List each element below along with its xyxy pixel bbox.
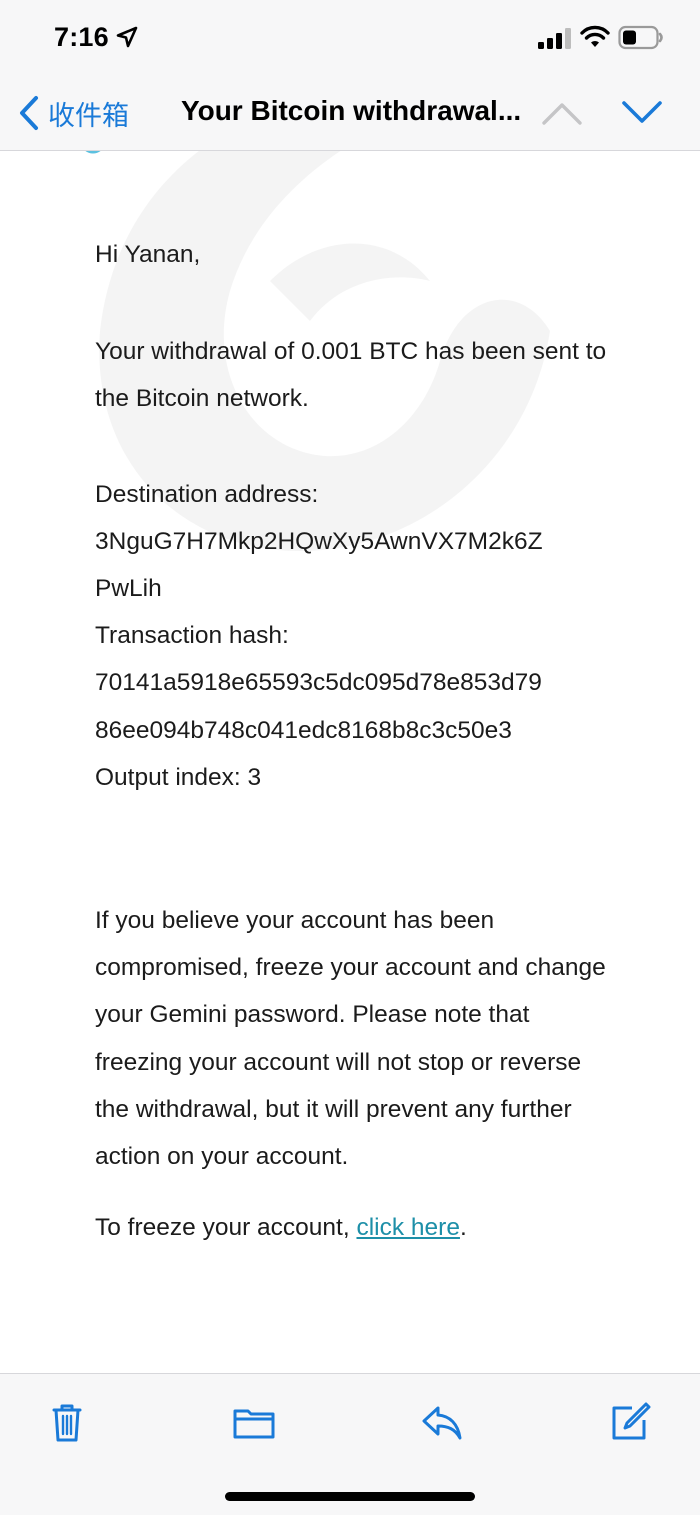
chevron-down-icon[interactable] [620, 96, 664, 130]
greeting: Hi Yanan, [95, 241, 201, 268]
navigation-bar: 收件箱 Your Bitcoin withdrawal... [0, 76, 700, 151]
chevron-up-icon[interactable] [540, 96, 584, 130]
mail-screen: 7:16 收件箱 Your Bitcoin withdrawal... Hi Y… [0, 0, 700, 1515]
output-index: Output index: 3 [95, 763, 262, 791]
withdrawal-intro: Your withdrawal of 0.001 BTC has been se… [95, 338, 607, 413]
bottom-toolbar [0, 1373, 700, 1515]
back-to-inbox-button[interactable]: 收件箱 [18, 90, 129, 136]
freeze-account-line: To freeze your account, click here. [95, 1204, 615, 1251]
status-time: 7:16 [54, 22, 109, 52]
email-content[interactable]: Hi Yanan, Your withdrawal of 0.001 BTC h… [0, 151, 700, 1373]
destination-label: Destination address: [95, 480, 319, 508]
email-body: Hi Yanan, Your withdrawal of 0.001 BTC h… [95, 231, 615, 1251]
location-arrow-icon [116, 26, 138, 48]
transaction-hash-line-1: 70141a5918e65593c5dc095d78e853d79 [95, 669, 542, 697]
status-bar: 7:16 [0, 0, 700, 76]
reply-icon[interactable] [420, 1400, 464, 1444]
freeze-account-link[interactable]: click here [356, 1214, 459, 1241]
security-warning: If you believe your account has been com… [95, 907, 606, 1171]
battery-icon [618, 25, 663, 50]
cellular-signal-icon [538, 28, 571, 49]
back-label: 收件箱 [48, 100, 129, 132]
logo-edge-icon [85, 151, 101, 154]
destination-address-line-1: 3NguG7H7Mkp2HQwXy5AwnVX7M2k6Z [95, 527, 543, 555]
transaction-hash-label: Transaction hash: [95, 622, 289, 650]
compose-icon[interactable] [608, 1400, 652, 1444]
destination-address-line-2: PwLih [95, 575, 162, 603]
trash-icon[interactable] [45, 1400, 89, 1444]
home-indicator[interactable] [225, 1492, 475, 1501]
email-subject-title: Your Bitcoin withdrawal... [181, 95, 522, 126]
freeze-prefix: To freeze your account, [95, 1214, 357, 1242]
freeze-suffix: . [459, 1214, 467, 1242]
chevron-left-icon [20, 96, 38, 130]
folder-icon[interactable] [232, 1400, 276, 1444]
wifi-icon [580, 25, 610, 47]
transaction-hash-line-2: 86ee094b748c041edc8168b8c3c50e3 [95, 716, 512, 744]
